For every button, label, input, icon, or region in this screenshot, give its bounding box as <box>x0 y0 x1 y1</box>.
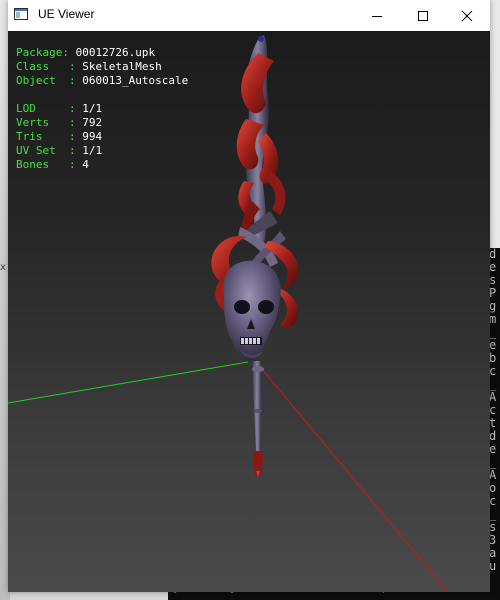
separator: : <box>55 74 83 87</box>
separator: : <box>55 144 83 157</box>
close-icon <box>461 10 473 21</box>
tris-value: 994 <box>82 130 103 143</box>
bones-label: Bones <box>16 158 50 171</box>
separator: : <box>49 116 83 129</box>
maximize-icon <box>418 10 428 21</box>
desktop-edge-mark: x <box>0 262 7 273</box>
info-package-row: Package: 00012726.upk <box>16 46 188 60</box>
app-window-icon <box>14 8 28 20</box>
separator: : <box>62 46 76 59</box>
info-bones-row: Bones : 4 <box>16 158 188 172</box>
object-value: 060013_Autoscale <box>82 74 189 87</box>
separator: : <box>35 102 83 115</box>
package-value: 00012726.upk <box>75 46 156 59</box>
y-axis-line <box>255 361 449 592</box>
uvset-value: 1/1 <box>82 144 103 157</box>
maximize-button[interactable] <box>400 0 446 31</box>
bones-value: 4 <box>82 158 89 171</box>
background-console-text: d e s P g m _ e b c _ A c t d e _ A o c … <box>489 248 497 573</box>
object-label: Object <box>16 74 56 87</box>
window-title: UE Viewer <box>38 7 95 21</box>
info-lod-row: LOD : 1/1 <box>16 102 188 116</box>
lod-value: 1/1 <box>82 102 103 115</box>
verts-label: Verts <box>16 116 50 129</box>
tris-label: Tris <box>16 130 43 143</box>
lod-label: LOD <box>16 102 36 115</box>
3d-viewport[interactable]: Package: 00012726.upk Class : SkeletalMe… <box>8 31 490 592</box>
separator: : <box>49 60 83 73</box>
staff-top-ornament <box>236 35 286 243</box>
class-value: SkeletalMesh <box>82 60 162 73</box>
title-bar[interactable]: UE Viewer <box>8 0 490 31</box>
close-button[interactable] <box>444 0 490 31</box>
mesh-info-overlay: Package: 00012726.upk Class : SkeletalMe… <box>16 46 188 172</box>
package-label: Package <box>16 46 63 59</box>
separator: : <box>42 130 83 143</box>
minimize-icon <box>372 15 382 17</box>
class-label: Class <box>16 60 50 73</box>
uvset-label: UV Set <box>16 144 56 157</box>
info-object-row: Object : 060013_Autoscale <box>16 74 188 88</box>
x-axis-line <box>8 361 249 404</box>
verts-value: 792 <box>82 116 103 129</box>
info-uvset-row: UV Set : 1/1 <box>16 144 188 158</box>
info-verts-row: Verts : 792 <box>16 116 188 130</box>
skull-head <box>223 260 281 362</box>
ue-viewer-window[interactable]: UE Viewer Package: 00012726.upk Class: … <box>8 0 490 592</box>
info-class-row: Class : SkeletalMesh <box>16 60 188 74</box>
minimize-button[interactable] <box>354 0 400 31</box>
staff-lower-shaft <box>252 361 264 479</box>
separator: : <box>49 158 83 171</box>
info-tris-row: Tris : 994 <box>16 130 188 144</box>
